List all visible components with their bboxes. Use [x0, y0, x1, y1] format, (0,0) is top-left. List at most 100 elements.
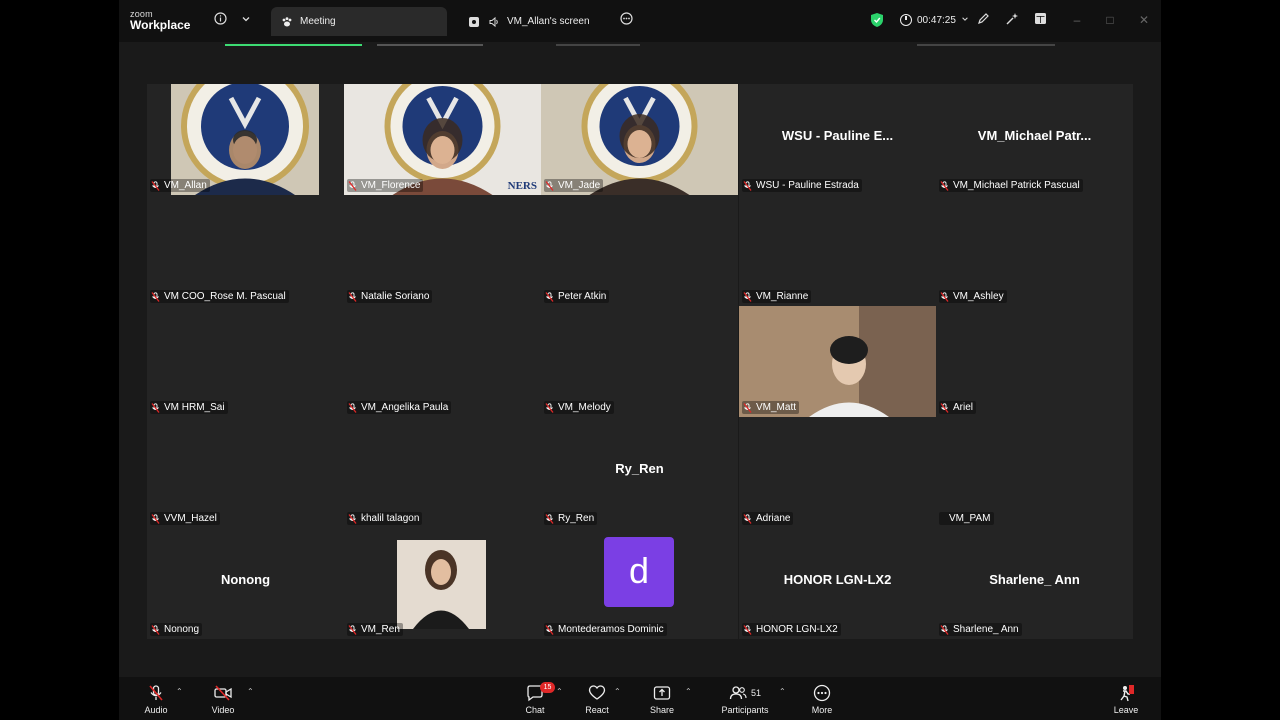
participant-tile[interactable]: VM_Matt — [739, 306, 936, 417]
chevron-up-icon[interactable]: ⌃ — [176, 687, 183, 696]
participant-name: VVM_Hazel — [164, 513, 217, 524]
participant-tile[interactable]: Ry_Ren Ry_Ren — [541, 417, 738, 528]
pencil-icon[interactable] — [975, 12, 991, 28]
thumbnail-strip — [556, 44, 640, 46]
participants-button[interactable]: 51 Participants — [715, 683, 775, 715]
chevron-up-icon[interactable]: ⌃ — [685, 687, 692, 696]
close-icon[interactable]: ✕ — [1135, 11, 1153, 29]
chat-label: Chat — [525, 705, 545, 715]
speaker-icon — [487, 15, 501, 29]
participant-name-tag: VM_Matt — [742, 401, 800, 414]
chevron-up-icon[interactable]: ⌃ — [247, 687, 254, 696]
participant-tile[interactable]: Natalie Soriano — [344, 195, 541, 306]
video-label: Video — [211, 705, 235, 715]
participant-tile[interactable]: VM HRM_Sai — [147, 306, 344, 417]
participant-tile[interactable]: HONOR LGN-LX2 HONOR LGN-LX2 — [739, 528, 936, 639]
mic-muted-icon — [348, 402, 357, 413]
more-button[interactable]: More — [792, 683, 852, 715]
participant-name-tag: khalil talagon — [347, 512, 423, 525]
participant-name: Montederamos Dominic — [558, 624, 664, 635]
participant-display-name: Nonong — [220, 572, 271, 587]
participant-name: VM_Rianne — [756, 291, 809, 302]
participant-name: VM_Ren — [361, 624, 400, 635]
screen-share-icon — [467, 15, 481, 29]
participant-tile[interactable]: WSU - Pauline E... WSU - Pauline Estrada — [739, 84, 936, 195]
participant-name-tag: VM_Rianne — [742, 290, 812, 303]
react-label: React — [585, 705, 609, 715]
maximize-icon[interactable]: □ — [1101, 11, 1119, 29]
participant-tile[interactable]: VM_Melody — [541, 306, 738, 417]
meeting-timer[interactable]: 00:47:25 — [900, 12, 969, 28]
participant-name: VM_PAM — [949, 513, 991, 524]
mic-muted-icon — [348, 624, 357, 635]
more-circle-icon[interactable] — [618, 12, 634, 28]
tab-meeting[interactable]: Meeting — [271, 7, 447, 36]
avatar: d — [604, 537, 674, 607]
chevron-up-icon[interactable]: ⌃ — [556, 687, 563, 696]
emblem-text: NERS — [507, 180, 537, 192]
sparkle-icon[interactable] — [1004, 12, 1020, 28]
participant-tile[interactable]: VM_Ashley — [936, 195, 1133, 306]
participant-tile[interactable]: Nonong Nonong — [147, 528, 344, 639]
thumbnail-strip — [917, 44, 1055, 46]
mic-muted-icon — [545, 402, 554, 413]
participant-name-tag: VM_Melody — [544, 401, 614, 414]
participant-name-tag: Ariel — [939, 401, 977, 414]
chevron-down-icon[interactable] — [238, 12, 254, 28]
participant-tile[interactable]: VM_Ren — [344, 528, 541, 639]
video-button[interactable]: Video — [193, 683, 253, 715]
participant-name-tag: VM_Ren — [347, 623, 403, 636]
participant-name: VM_Jade — [558, 180, 601, 191]
participant-tile[interactable]: NERS VM_Florence — [344, 84, 541, 195]
participant-name: VM_Angelika Paula — [361, 402, 449, 413]
leave-button[interactable]: Leave — [1096, 683, 1156, 715]
share-button[interactable]: Share — [632, 683, 692, 715]
chevron-up-icon[interactable]: ⌃ — [614, 687, 621, 696]
participant-tile[interactable]: Adriane — [739, 417, 936, 528]
participant-tile[interactable]: Ariel — [936, 306, 1133, 417]
mic-muted-icon — [545, 291, 554, 302]
mic-muted-icon — [743, 513, 752, 524]
participant-tile[interactable]: VM_Rianne — [739, 195, 936, 306]
participant-tile[interactable]: VM_Angelika Paula — [344, 306, 541, 417]
tab-screen-share[interactable]: VM_Allan's screen — [458, 7, 638, 36]
participant-tile[interactable]: Sharlene_ Ann Sharlene_ Ann — [936, 528, 1133, 639]
participant-display-name: HONOR LGN-LX2 — [783, 572, 892, 587]
participant-display-name: WSU - Pauline E... — [781, 128, 894, 143]
grid-view-icon[interactable] — [1032, 12, 1048, 28]
participant-tile[interactable]: d Montederamos Dominic — [541, 528, 738, 639]
participant-tile[interactable]: VM_Michael Patr... VM_Michael Patrick Pas… — [936, 84, 1133, 195]
participant-display-name: Sharlene_ Ann — [989, 572, 1080, 587]
meeting-toolbar: Audio ⌃ Video ⌃ 15 Chat ⌃ React ⌃ Share … — [119, 677, 1161, 720]
zoom-logo: zoom Workplace — [130, 10, 190, 32]
mic-muted-icon — [940, 624, 949, 635]
participant-tile[interactable]: VM_Jade — [541, 84, 738, 195]
participant-tile[interactable]: khalil talagon — [344, 417, 541, 528]
info-icon[interactable] — [212, 12, 228, 28]
participant-name: HONOR LGN-LX2 — [756, 624, 838, 635]
mic-muted-icon — [151, 624, 160, 635]
participant-name-tag: WSU - Pauline Estrada — [742, 179, 862, 192]
participant-name: VM_Florence — [361, 180, 421, 191]
title-bar: zoom Workplace Meeting VM_Allan's screen — [119, 0, 1161, 42]
participant-tile[interactable]: VM_PAM — [936, 417, 1133, 528]
participant-name-tag: VM_Angelika Paula — [347, 401, 452, 414]
chat-badge: 15 — [540, 682, 555, 693]
more-icon — [792, 683, 852, 703]
participant-name-tag: HONOR LGN-LX2 — [742, 623, 841, 636]
participant-tile[interactable]: VM_Allan — [147, 84, 344, 195]
shield-check-icon[interactable] — [870, 12, 884, 28]
participant-name: Adriane — [756, 513, 791, 524]
participant-tile[interactable]: Peter Atkin — [541, 195, 738, 306]
participant-display-name: Ry_Ren — [615, 461, 664, 476]
participant-name-tag: Ry_Ren — [544, 512, 598, 525]
participant-tile[interactable]: VM COO_Rose M. Pascual — [147, 195, 344, 306]
chevron-up-icon[interactable]: ⌃ — [779, 687, 786, 696]
participant-tile[interactable]: VVM_Hazel — [147, 417, 344, 528]
participant-name-tag: VM COO_Rose M. Pascual — [150, 290, 289, 303]
participant-name: Nonong — [164, 624, 200, 635]
leave-icon — [1096, 683, 1156, 703]
minimize-icon[interactable]: – — [1068, 11, 1086, 29]
participant-name: WSU - Pauline Estrada — [756, 180, 859, 191]
participant-name: VM HRM_Sai — [164, 402, 225, 413]
